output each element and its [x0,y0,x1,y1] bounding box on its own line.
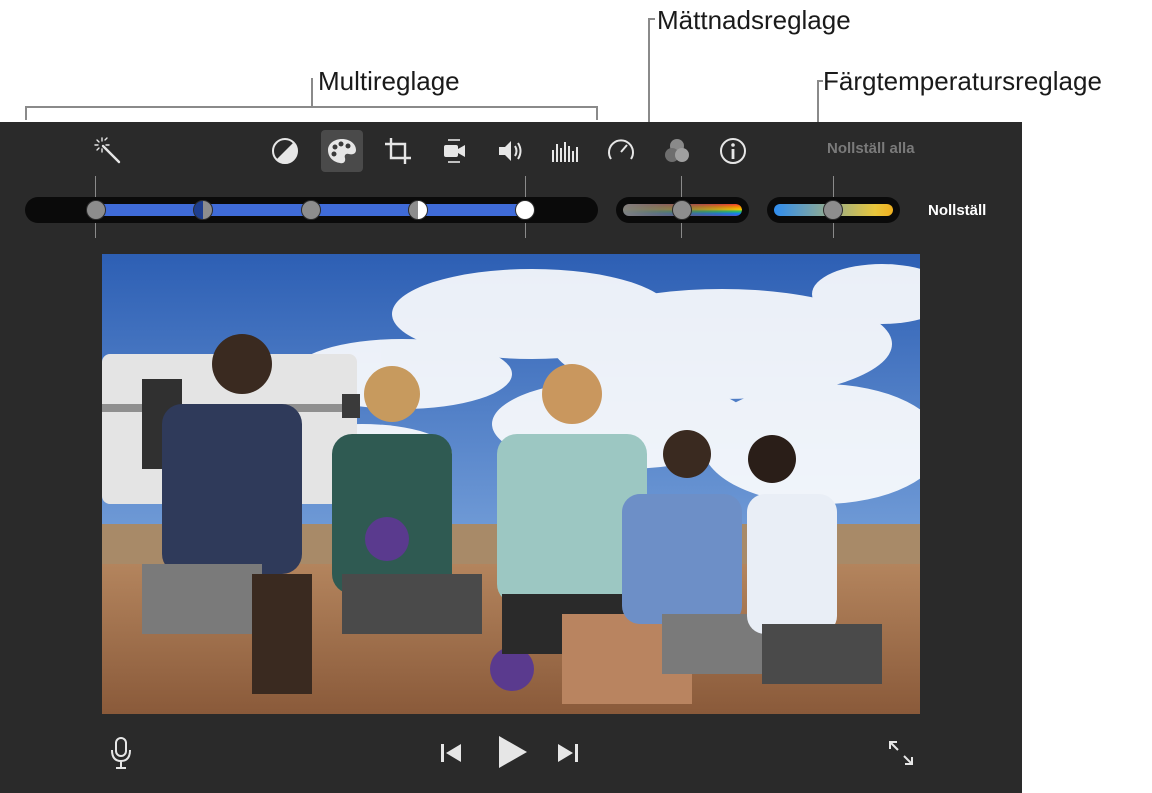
volume-icon[interactable] [489,130,531,172]
temperature-knob[interactable] [823,200,843,220]
temperature-leader-cap [817,80,823,82]
saturation-leader-cap [648,18,655,20]
skip-back-icon[interactable] [436,736,466,770]
shadows-contrast-knob[interactable] [193,200,213,220]
skip-forward-icon[interactable] [553,736,583,770]
color-correction-icon[interactable] [321,130,363,172]
magic-wand-icon[interactable] [87,130,129,172]
noise-filter-icon[interactable] [656,130,698,172]
reset-all-button[interactable]: Nollställ alla [827,140,915,157]
video-preview[interactable] [102,254,920,714]
multi-bracket-left [25,106,27,120]
microphone-icon[interactable] [106,732,136,774]
imovie-viewer: Nollställ alla Nollställ [0,122,1022,793]
fullscreen-icon[interactable] [884,736,918,770]
reset-button[interactable]: Nollställ [928,202,986,219]
callout-multi-slider: Multireglage [318,66,460,96]
multi-bracket-right [596,106,598,120]
midtones-knob[interactable] [301,200,321,220]
play-icon[interactable] [490,730,534,774]
info-icon[interactable] [712,130,754,172]
speed-icon[interactable] [600,130,642,172]
shadows-knob[interactable] [86,200,106,220]
crop-icon[interactable] [377,130,419,172]
saturation-knob[interactable] [672,200,692,220]
color-balance-icon[interactable] [264,130,306,172]
stabilization-icon[interactable] [433,130,475,172]
highlights-contrast-knob[interactable] [408,200,428,220]
callout-temperature-slider: Färgtemperatursreglage [823,66,1102,96]
callout-saturation-slider: Mättnadsreglage [657,5,851,35]
multi-bracket-stem [311,78,313,108]
equalizer-icon[interactable] [543,130,585,172]
highlights-knob[interactable] [515,200,535,220]
